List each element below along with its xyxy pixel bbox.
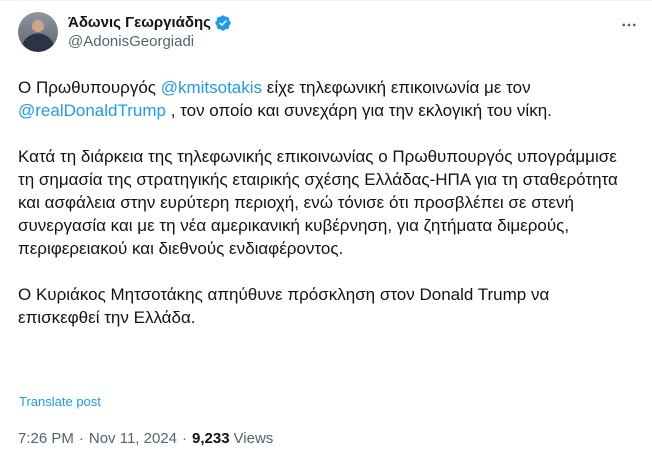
- meta-separator: ·: [182, 430, 187, 447]
- verified-badge-icon: [214, 14, 232, 32]
- translate-post-link[interactable]: Translate post: [19, 394, 101, 409]
- tweet-text-segment: , τον οποίο και συνεχάρη για την εκλογικ…: [165, 101, 552, 120]
- tweet-paragraph-3: Ο Κυριάκος Μητσοτάκης απηύθυνε πρόσκληση…: [18, 285, 550, 327]
- author-name-row: Άδωνις Γεωργιάδης: [68, 13, 232, 32]
- more-dots-icon: [622, 23, 636, 27]
- tweet-card: Άδωνις Γεωργιάδης @AdonisGeorgiadi Ο Πρω…: [0, 0, 652, 453]
- tweet-paragraph-1: Ο Πρωθυπουργός @kmitsotakis είχε τηλεφων…: [18, 76, 633, 122]
- tweet-text-segment: είχε τηλεφωνική επικοινωνία με τον: [262, 78, 531, 97]
- tweet-time[interactable]: 7:26 PM: [18, 430, 74, 447]
- display-name[interactable]: Άδωνις Γεωργιάδης: [68, 13, 211, 32]
- views-label: Views: [233, 430, 274, 447]
- views-count: 9,233: [192, 430, 230, 447]
- avatar[interactable]: [18, 12, 58, 52]
- mention-link-realdonaldtrump[interactable]: @realDonaldTrump: [18, 101, 166, 120]
- author-handle[interactable]: @AdonisGeorgiadi: [68, 32, 232, 51]
- meta-separator: ·: [78, 430, 84, 447]
- tweet-date[interactable]: Nov 11, 2024: [89, 430, 177, 447]
- author-info: Άδωνις Γεωργιάδης @AdonisGeorgiadi: [68, 13, 232, 51]
- tweet-header: Άδωνις Γεωργιάδης @AdonisGeorgiadi: [18, 12, 232, 52]
- tweet-text-segment: Ο Πρωθυπουργός: [18, 78, 161, 97]
- tweet-body: Ο Πρωθυπουργός @kmitsotakis είχε τηλεφων…: [18, 76, 633, 329]
- mention-link-kmitsotakis[interactable]: @kmitsotakis: [161, 78, 262, 97]
- more-options-button[interactable]: [618, 14, 640, 36]
- tweet-paragraph-2: Κατά τη διάρκεια της τηλεφωνικής επικοιν…: [18, 147, 618, 258]
- tweet-meta: 7:26 PM · Nov 11, 2024 · 9,233 Views: [18, 430, 273, 447]
